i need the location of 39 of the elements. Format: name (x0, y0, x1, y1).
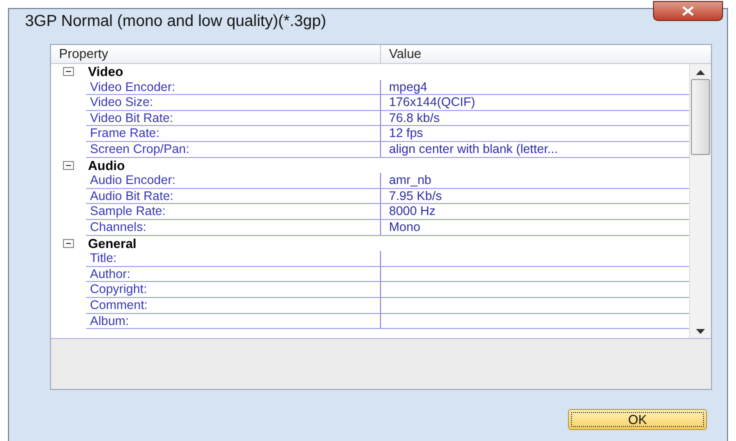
property-value: 76.8 kb/s (388, 110, 440, 126)
window-title: 3GP Normal (mono and low quality)(*.3gp) (25, 12, 326, 32)
property-value: 176x144(QCIF) (388, 95, 476, 110)
property-value: align center with blank (letter... (388, 142, 558, 157)
property-value: Mono (388, 220, 420, 235)
property-name: Album: (86, 314, 381, 328)
close-button[interactable] (653, 1, 723, 21)
property-name: Audio Encoder: (86, 173, 381, 188)
property-name: Video Bit Rate: (86, 110, 381, 126)
property-value: 12 fps (388, 126, 424, 141)
property-name: Title: (86, 251, 381, 266)
property-name: Channels: (86, 220, 381, 235)
property-value: mpeg4 (388, 80, 428, 94)
close-icon (681, 6, 695, 16)
property-name: Comment: (86, 298, 381, 312)
scrollbar[interactable] (689, 64, 711, 338)
property-name: Video Size: (86, 95, 381, 110)
scroll-up-icon[interactable] (696, 70, 705, 75)
section-header: Audio (88, 158, 125, 173)
property-name: Audio Bit Rate: (86, 188, 381, 204)
property-value: amr_nb (388, 173, 432, 188)
column-header[interactable]: Property (51, 45, 381, 63)
property-name: Screen Crop/Pan: (86, 142, 381, 157)
property-name: Sample Rate: (86, 204, 381, 219)
property-name: Frame Rate: (86, 126, 381, 141)
collapse-toggle-icon[interactable] (63, 238, 74, 248)
column-header[interactable]: Value (381, 45, 422, 63)
ok-button[interactable]: OK (568, 409, 707, 430)
collapse-toggle-icon[interactable] (63, 67, 74, 76)
section-header: General (88, 236, 136, 251)
collapse-toggle-icon[interactable] (63, 160, 74, 170)
property-value: 7.95 Kb/s (388, 188, 442, 204)
property-name: Video Encoder: (86, 80, 381, 94)
scrollbar-thumb[interactable] (691, 79, 710, 155)
property-value: 8000 Hz (388, 204, 436, 219)
scroll-down-icon[interactable] (696, 329, 705, 334)
property-name: Copyright: (86, 282, 381, 297)
section-header: Video (88, 64, 124, 80)
property-name: Author: (86, 266, 381, 282)
